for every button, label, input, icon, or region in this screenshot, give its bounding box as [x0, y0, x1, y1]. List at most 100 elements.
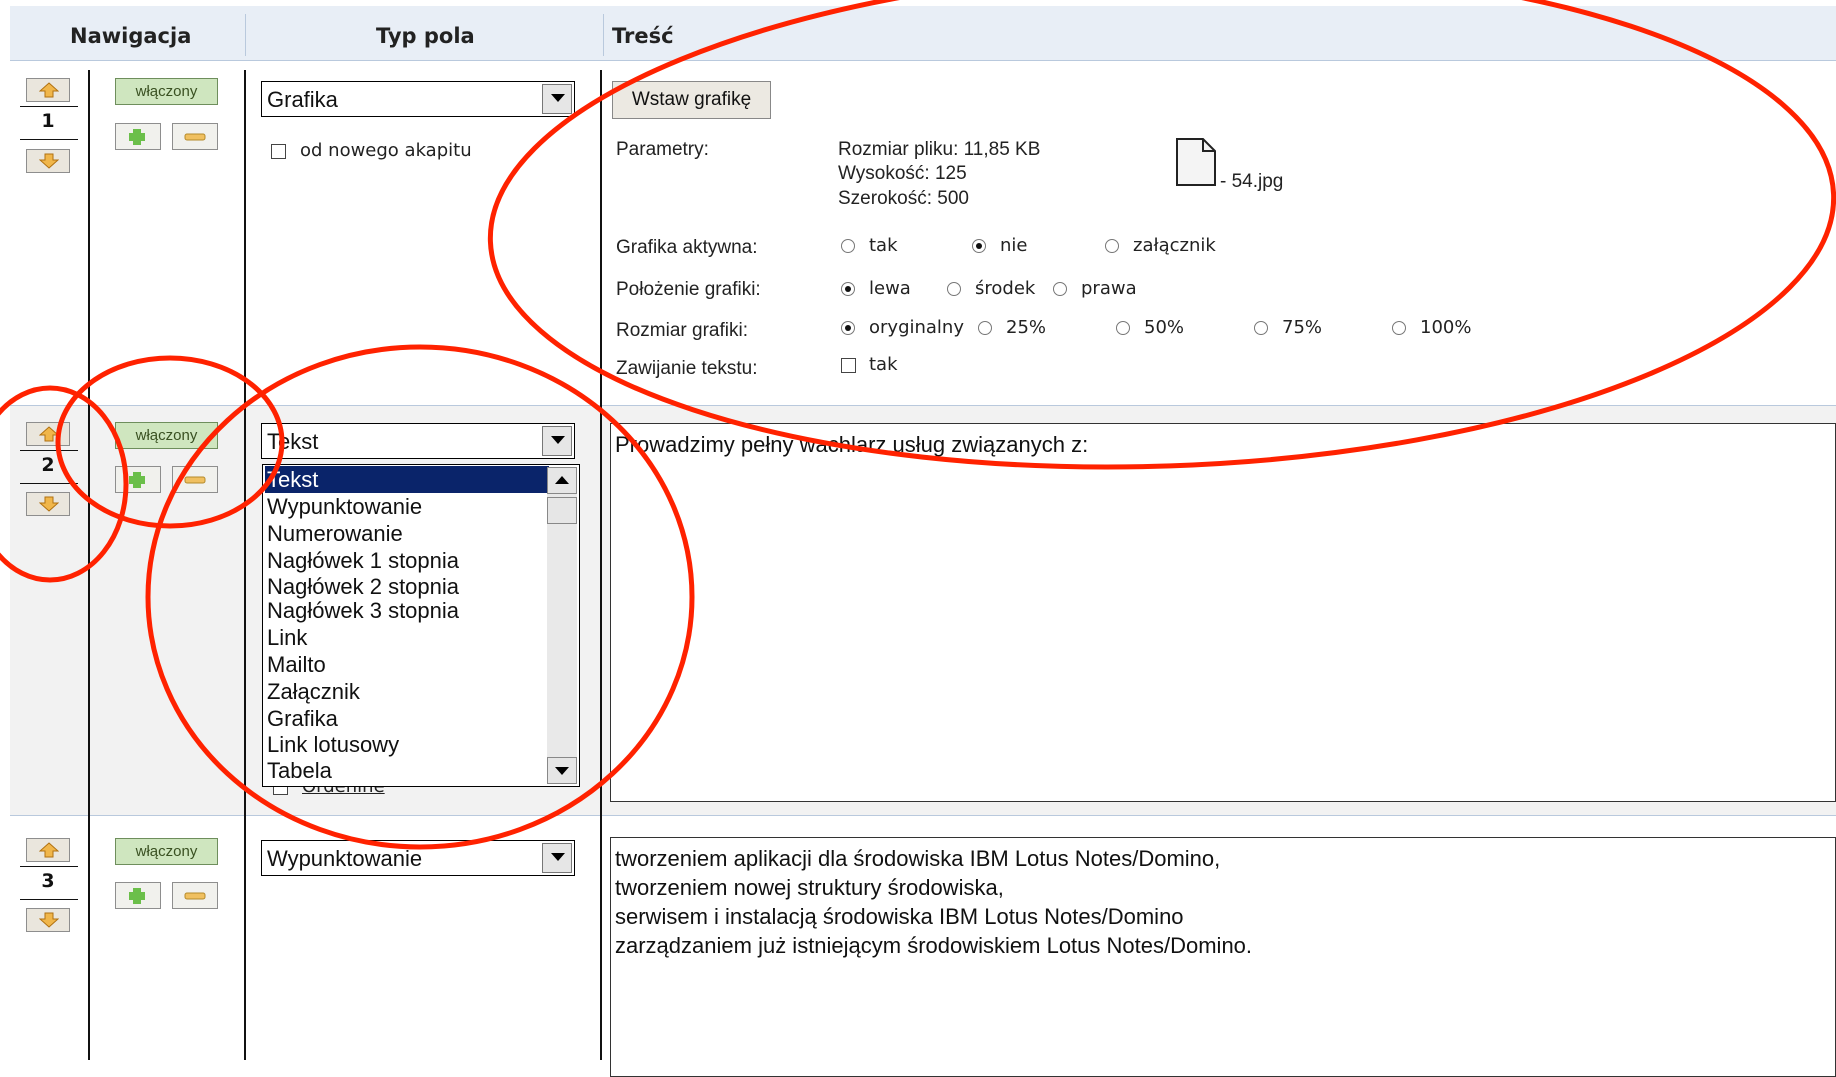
row-number: 3	[41, 870, 55, 892]
dropdown-scrollbar[interactable]	[547, 467, 577, 784]
new-paragraph-checkbox[interactable]	[271, 144, 286, 159]
dropdown-option[interactable]: Załącznik	[265, 678, 549, 705]
dropdown-arrow-button[interactable]	[542, 843, 572, 873]
dropdown-option[interactable]: Link	[265, 624, 549, 651]
move-up-button[interactable]	[26, 838, 70, 862]
dropdown-option[interactable]: Wypunktowanie	[265, 493, 549, 520]
scroll-down-button[interactable]	[547, 757, 577, 784]
active-graphic-label: Grafika aktywna:	[616, 237, 758, 258]
dropdown-option[interactable]: Grafika	[265, 705, 549, 732]
size-radio-25[interactable]	[978, 321, 992, 335]
dropdown-option[interactable]: Nagłówek 3 stopnia	[265, 597, 549, 624]
dropdown-option[interactable]: Mailto	[265, 651, 549, 678]
number-line	[20, 899, 78, 900]
row-separator	[10, 405, 1836, 406]
insert-graphic-button[interactable]: Wstaw grafikę	[612, 81, 771, 119]
enabled-toggle-button[interactable]: włączony	[115, 838, 218, 865]
triangle-up-icon	[555, 476, 569, 484]
active-radio-zalacznik[interactable]	[1105, 239, 1119, 253]
field-type-select[interactable]: Wypunktowanie	[261, 840, 575, 876]
add-row-button[interactable]	[115, 466, 161, 493]
content-line: zarządzaniem już istniejącym środowiskie…	[615, 933, 1253, 958]
text-wrap-checkbox[interactable]	[841, 358, 856, 373]
column-line	[244, 70, 246, 1060]
triangle-down-icon	[555, 767, 569, 775]
minus-icon	[184, 892, 206, 900]
dropdown-option[interactable]: Numerowanie	[265, 520, 549, 547]
radio-label: środek	[975, 278, 1036, 299]
arrow-down-icon	[39, 496, 59, 512]
scroll-up-button[interactable]	[547, 467, 577, 494]
dropdown-option[interactable]: Tabela	[265, 757, 549, 784]
position-radio-lewa[interactable]	[841, 282, 855, 296]
content-textarea[interactable]: Prowadzimy pełny wachlarz usług związany…	[610, 423, 1836, 802]
content-textarea[interactable]: tworzeniem aplikacji dla środowiska IBM …	[610, 837, 1836, 1077]
size-radio-oryginalny[interactable]	[841, 321, 855, 335]
arrow-down-icon	[39, 153, 59, 169]
active-radio-nie[interactable]	[972, 239, 986, 253]
move-down-button[interactable]	[26, 908, 70, 932]
header-divider	[245, 14, 246, 56]
column-line	[88, 70, 90, 1060]
field-type-select[interactable]: Grafika	[261, 81, 575, 117]
radio-label: załącznik	[1133, 235, 1216, 256]
number-line	[20, 139, 78, 140]
new-paragraph-label: od nowego akapitu	[300, 140, 472, 161]
file-name-text: - 54.jpg	[1220, 171, 1284, 192]
enabled-toggle-button[interactable]: włączony	[115, 422, 218, 449]
graphic-position-label: Położenie grafiki:	[616, 279, 761, 300]
graphic-size-label: Rozmiar grafiki:	[616, 320, 748, 341]
column-line	[600, 70, 602, 1060]
dropdown-arrow-button[interactable]	[542, 426, 572, 456]
radio-label: prawa	[1081, 278, 1137, 299]
dropdown-arrow-button[interactable]	[542, 84, 572, 114]
content-line: serwisem i instalacją środowiska IBM Lot…	[615, 904, 1184, 929]
enabled-toggle-button[interactable]: włączony	[115, 78, 218, 105]
move-up-button[interactable]	[26, 78, 70, 102]
size-radio-50[interactable]	[1116, 321, 1130, 335]
width-text: Szerokość: 500	[838, 188, 969, 209]
radio-label: 25%	[1006, 317, 1047, 338]
radio-label: nie	[1000, 235, 1028, 256]
size-radio-75[interactable]	[1254, 321, 1268, 335]
field-type-value: Grafika	[267, 87, 338, 112]
number-line	[20, 866, 78, 867]
position-radio-prawa[interactable]	[1053, 282, 1067, 296]
row-separator	[10, 60, 1836, 61]
number-line	[20, 483, 78, 484]
active-radio-tak[interactable]	[841, 239, 855, 253]
chevron-down-icon	[551, 436, 565, 444]
radio-label: 100%	[1420, 317, 1472, 338]
dropdown-option[interactable]: Nagłówek 2 stopnia	[265, 573, 549, 600]
plus-icon	[129, 472, 145, 488]
radio-label: 75%	[1282, 317, 1323, 338]
position-radio-srodek[interactable]	[947, 282, 961, 296]
content-line: tworzeniem nowej struktury środowiska,	[615, 875, 1004, 900]
remove-row-button[interactable]	[172, 882, 218, 909]
chevron-down-icon	[551, 853, 565, 861]
arrow-up-icon	[39, 82, 59, 98]
dropdown-option[interactable]: Nagłówek 1 stopnia	[265, 547, 549, 574]
header-field-type: Typ pola	[376, 24, 475, 48]
parameters-label: Parametry:	[616, 139, 709, 160]
field-type-select[interactable]: Tekst	[261, 423, 575, 459]
move-down-button[interactable]	[26, 492, 70, 516]
dropdown-option[interactable]: Link lotusowy	[265, 731, 549, 758]
scroll-thumb[interactable]	[547, 497, 577, 524]
add-row-button[interactable]	[115, 123, 161, 150]
radio-label: lewa	[869, 278, 911, 299]
remove-row-button[interactable]	[172, 123, 218, 150]
add-row-button[interactable]	[115, 882, 161, 909]
radio-label: 50%	[1144, 317, 1185, 338]
field-type-dropdown-list[interactable]: Tekst Wypunktowanie Numerowanie Nagłówek…	[262, 464, 580, 787]
size-radio-100[interactable]	[1392, 321, 1406, 335]
remove-row-button[interactable]	[172, 466, 218, 493]
move-down-button[interactable]	[26, 149, 70, 173]
file-icon	[1176, 138, 1216, 186]
row-number: 2	[41, 454, 55, 476]
dropdown-option[interactable]: Tekst	[265, 466, 549, 493]
row-number: 1	[41, 110, 55, 132]
header-content: Treść	[612, 24, 674, 48]
move-up-button[interactable]	[26, 422, 70, 446]
header-navigation: Nawigacja	[70, 24, 192, 48]
